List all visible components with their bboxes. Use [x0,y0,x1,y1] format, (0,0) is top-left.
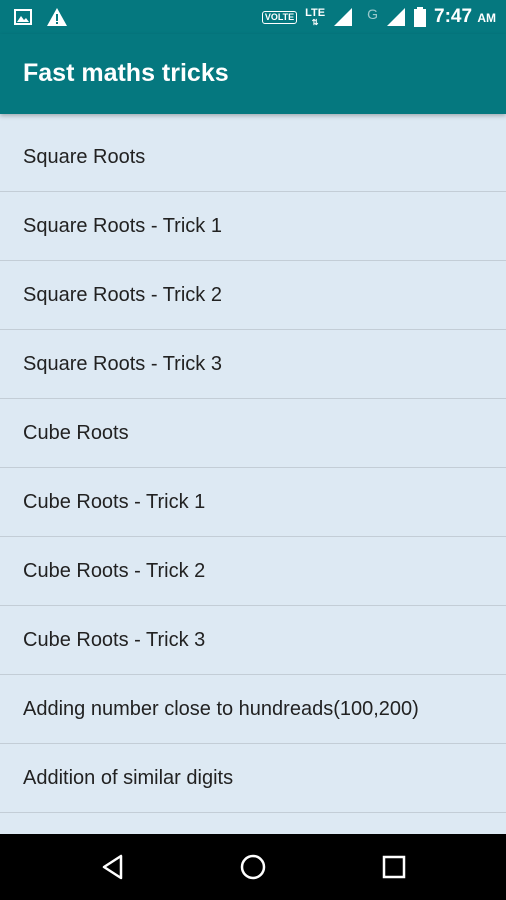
volte-indicator: VOLTE [261,10,298,24]
lte-indicator: LTE ⇅ [305,6,326,27]
recents-icon[interactable] [379,852,409,882]
list-item[interactable]: Square Roots - Trick 3 [0,330,506,399]
data-activity-icon: ⇅ [311,17,319,27]
list-item[interactable]: Square Roots - Trick 2 [0,261,506,330]
navigation-bar [0,834,506,900]
home-icon[interactable] [238,852,268,882]
list-item[interactable]: Cube Roots [0,399,506,468]
warning-icon [47,8,67,26]
app-bar: Fast maths tricks [0,34,506,114]
back-icon[interactable] [99,852,129,882]
list-item[interactable]: Cube Roots - Trick 3 [0,606,506,675]
list-item[interactable]: Cube Roots - Trick 2 [0,537,506,606]
list-item[interactable]: Adding number close to hundreads(100,200… [0,675,506,744]
signal-icon [334,8,353,26]
list-item[interactable]: Cube Roots - Trick 1 [0,468,506,537]
list-item[interactable]: Square Roots - Trick 1 [0,192,506,261]
clock-ampm: AM [477,11,496,25]
tricks-list[interactable]: Square Roots Square Roots - Trick 1 Squa… [0,114,506,834]
page-title: Fast maths tricks [23,59,229,87]
list-item[interactable]: Square Roots [0,114,506,192]
clock: 7:47 AM [434,6,496,28]
signal-icon [387,8,406,26]
battery-icon [414,7,427,27]
image-icon [14,9,32,25]
lte-label: LTE [305,6,326,19]
list-item[interactable]: Addition of similar digits [0,744,506,813]
status-bar: VOLTE LTE ⇅ G 7:47 AM [0,0,506,34]
clock-time: 7:47 [434,6,473,27]
network-type-g: G [367,6,379,22]
